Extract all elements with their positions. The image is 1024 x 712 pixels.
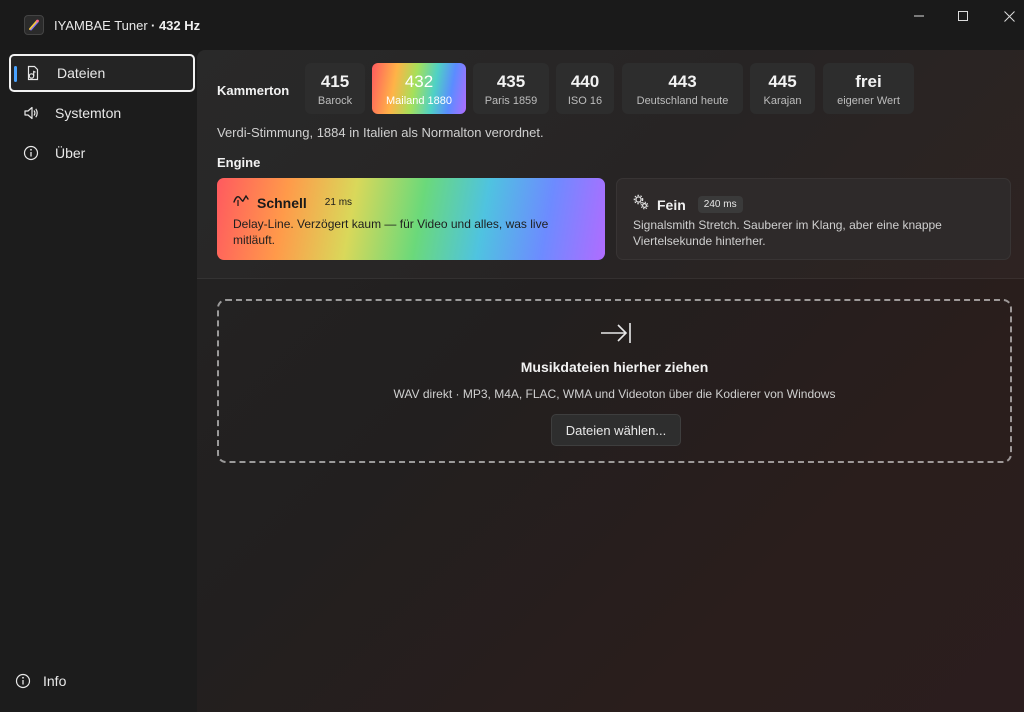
maximize-button[interactable] bbox=[940, 0, 986, 32]
info-icon bbox=[23, 145, 39, 161]
sidebar-item-label: Info bbox=[43, 673, 67, 689]
info-icon bbox=[15, 673, 31, 689]
drop-zone-subtitle: WAV direkt · MP3, M4A, FLAC, WMA und Vid… bbox=[393, 387, 836, 401]
pitch-value: 435 bbox=[496, 72, 526, 91]
pitch-caption: Mailand 1880 bbox=[385, 95, 453, 107]
pitch-value: 415 bbox=[320, 72, 350, 91]
pitch-option-440[interactable]: 440 ISO 16 bbox=[556, 63, 614, 114]
engine-name: Fein bbox=[657, 196, 686, 213]
pitch-option-445[interactable]: 445 Karajan bbox=[750, 63, 815, 114]
pitch-option-443[interactable]: 443 Deutschland heute bbox=[622, 63, 743, 114]
pitch-value: 432 bbox=[404, 72, 434, 91]
pitch-option-415[interactable]: 415 Barock bbox=[305, 63, 365, 114]
latency-badge: 21 ms bbox=[324, 197, 353, 208]
pitch-option-frei[interactable]: frei eigener Wert bbox=[823, 63, 914, 114]
sidebar-item-label: Systemton bbox=[55, 105, 122, 121]
choose-files-button[interactable]: Dateien wählen... bbox=[551, 414, 681, 446]
pitch-caption: Deutschland heute bbox=[636, 95, 729, 107]
pitch-value: 440 bbox=[570, 72, 600, 91]
minimize-icon bbox=[914, 15, 924, 17]
close-button[interactable] bbox=[986, 0, 1024, 32]
engine-header: Fein 240 ms bbox=[633, 194, 743, 215]
pitch-caption: Paris 1859 bbox=[484, 95, 538, 107]
engine-option-schnell[interactable]: Schnell 21 ms Delay-Line. Verzögert kaum… bbox=[217, 178, 605, 260]
sidebar-item-ueber[interactable]: Über bbox=[9, 134, 195, 172]
maximize-icon bbox=[958, 11, 968, 21]
app-icon bbox=[24, 15, 44, 35]
title-bar: IYAMBAE Tuner · 432 Hz bbox=[0, 0, 1024, 50]
engine-description: Signalsmith Stretch. Sauberer im Klang, … bbox=[633, 218, 942, 248]
gears-icon bbox=[633, 194, 649, 215]
pitch-option-435[interactable]: 435 Paris 1859 bbox=[473, 63, 549, 114]
pitch-value: frei bbox=[855, 72, 882, 91]
main-content: Kammerton 415 Barock 432 Mailand 1880 43… bbox=[197, 50, 1024, 712]
pitch-caption: ISO 16 bbox=[567, 95, 603, 107]
sidebar-item-info[interactable]: Info bbox=[7, 662, 193, 700]
waveform-icon bbox=[233, 193, 249, 212]
import-arrow-icon bbox=[599, 321, 633, 350]
sidebar-item-dateien[interactable]: Dateien bbox=[9, 54, 195, 92]
pitch-value: 443 bbox=[668, 72, 697, 91]
pitch-value: 445 bbox=[768, 72, 797, 91]
files-icon bbox=[25, 65, 41, 81]
current-pitch-label: · 432 Hz bbox=[151, 18, 201, 33]
latency-badge: 240 ms bbox=[697, 196, 743, 213]
engine-option-fein[interactable]: Fein 240 ms Signalsmith Stretch. Saubere… bbox=[616, 178, 1011, 260]
speaker-icon bbox=[23, 105, 39, 121]
minimize-button[interactable] bbox=[896, 0, 942, 32]
settings-panel: Kammerton 415 Barock 432 Mailand 1880 43… bbox=[197, 50, 1024, 279]
sidebar-item-label: Über bbox=[55, 145, 86, 161]
engine-label: Engine bbox=[217, 155, 261, 170]
engine-description: Delay-Line. Verzögert kaum — für Video u… bbox=[233, 217, 549, 247]
pitch-caption: Barock bbox=[317, 95, 353, 107]
app-title: IYAMBAE Tuner bbox=[54, 18, 148, 33]
sidebar-item-systemton[interactable]: Systemton bbox=[9, 94, 195, 132]
engine-name: Schnell bbox=[257, 194, 307, 211]
sidebar-item-label: Dateien bbox=[57, 65, 106, 81]
close-icon bbox=[1003, 10, 1015, 22]
pitch-option-432[interactable]: 432 Mailand 1880 bbox=[372, 63, 466, 114]
pitch-caption: eigener Wert bbox=[837, 95, 900, 107]
pitch-caption: Karajan bbox=[763, 95, 802, 107]
pitch-description: Verdi-Stimmung, 1884 in Italien als Norm… bbox=[217, 125, 544, 140]
file-drop-zone[interactable]: Musikdateien hierher ziehen WAV direkt ·… bbox=[217, 299, 1012, 463]
kammerton-label: Kammerton bbox=[217, 83, 290, 98]
drop-zone-title: Musikdateien hierher ziehen bbox=[520, 359, 709, 375]
sidebar: Dateien Systemton Über Info bbox=[0, 50, 197, 712]
engine-header: Schnell 21 ms bbox=[233, 193, 358, 212]
